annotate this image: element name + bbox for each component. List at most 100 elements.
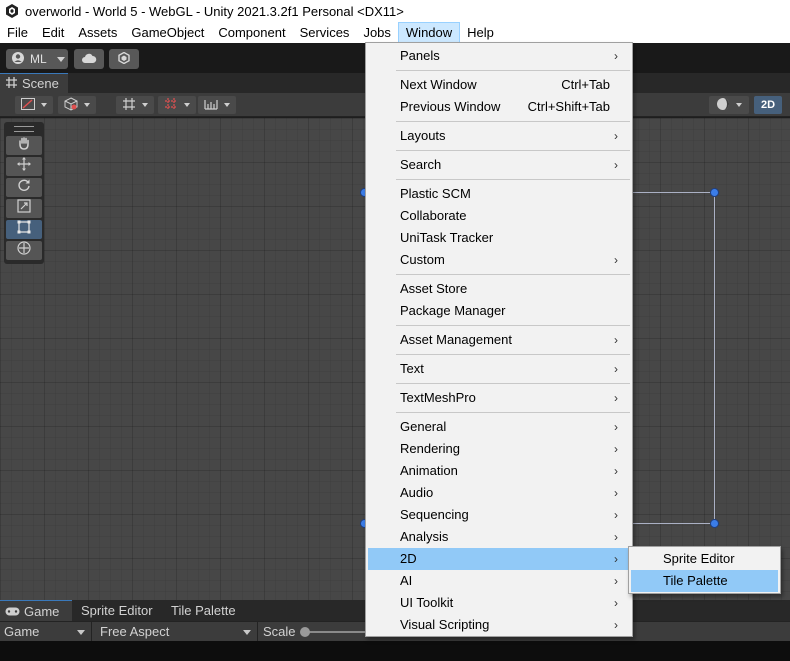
menu-item-label: Visual Scripting	[400, 617, 490, 632]
menu-separator	[396, 412, 630, 413]
chevron-down-icon	[224, 103, 230, 107]
2d-mode-toggle[interactable]: 2D	[754, 96, 782, 114]
menu-edit[interactable]: Edit	[35, 22, 71, 43]
chevron-right-icon: ›	[614, 420, 618, 434]
window-title: overworld - World 5 - WebGL - Unity 2021…	[25, 3, 404, 19]
menu-item-label: Analysis	[400, 529, 449, 544]
chevron-right-icon: ›	[614, 129, 618, 143]
menu-item-ai[interactable]: AI ›	[368, 570, 630, 592]
menu-item-search[interactable]: Search ›	[368, 154, 630, 176]
menu-file[interactable]: File	[0, 22, 35, 43]
account-dropdown[interactable]: ML	[6, 49, 68, 69]
move-tool-button[interactable]	[6, 157, 42, 176]
menu-item-asset-store[interactable]: Asset Store	[368, 278, 630, 300]
menu-item-collaborate[interactable]: Collaborate	[368, 205, 630, 227]
menu-item-label: TextMeshPro	[400, 390, 476, 405]
menu-item-visual-scripting[interactable]: Visual Scripting ›	[368, 614, 630, 636]
chevron-right-icon: ›	[614, 442, 618, 456]
menu-item-previous-window[interactable]: Previous Window Ctrl+Shift+Tab	[368, 96, 630, 118]
2d-submenu: Sprite Editor Tile Palette	[628, 546, 781, 594]
title-bar: overworld - World 5 - WebGL - Unity 2021…	[0, 0, 790, 22]
menu-item-label: Rendering	[400, 441, 460, 456]
menu-item-label: Custom	[400, 252, 445, 267]
menu-item-label: Panels	[400, 48, 440, 63]
chevron-right-icon: ›	[614, 333, 618, 347]
unity-logo-icon	[5, 4, 19, 18]
menu-item-animation[interactable]: Animation ›	[368, 460, 630, 482]
aspect-select[interactable]: Free Aspect	[96, 622, 258, 642]
menu-item-sequencing[interactable]: Sequencing ›	[368, 504, 630, 526]
menu-item-label: Plastic SCM	[400, 186, 471, 201]
menu-item-plastic-scm[interactable]: Plastic SCM	[368, 183, 630, 205]
grid-snap-dropdown[interactable]	[116, 96, 154, 114]
menu-item-rendering[interactable]: Rendering ›	[368, 438, 630, 460]
rect-handle-top-right[interactable]	[710, 188, 719, 197]
gamepad-icon	[5, 601, 20, 622]
tab-tile-palette[interactable]: Tile Palette	[171, 600, 236, 621]
rect-handle-bottom-right[interactable]	[710, 519, 719, 528]
display-select[interactable]: Game	[0, 622, 92, 642]
rotate-tool-button[interactable]	[6, 178, 42, 197]
menu-item-label: Collaborate	[400, 208, 467, 223]
menu-shortcut: Ctrl+Tab	[561, 77, 610, 92]
shading-mode-dropdown[interactable]	[15, 96, 53, 114]
menu-item-panels[interactable]: Panels ›	[368, 45, 630, 67]
cloud-button[interactable]	[74, 49, 104, 69]
rect-tool-button[interactable]	[6, 220, 42, 239]
submenu-item-tile-palette[interactable]: Tile Palette	[631, 570, 778, 592]
menu-window[interactable]: Window	[397, 22, 461, 43]
scene-tab-label: Scene	[22, 76, 59, 91]
chevron-down-icon	[243, 630, 251, 635]
grid-visibility-dropdown[interactable]	[198, 96, 236, 114]
menu-help[interactable]: Help	[460, 22, 501, 43]
cloud-icon	[81, 52, 97, 66]
hand-tool-button[interactable]	[6, 136, 42, 155]
menu-item-unitask-tracker[interactable]: UniTask Tracker	[368, 227, 630, 249]
menu-item-analysis[interactable]: Analysis ›	[368, 526, 630, 548]
menu-item-asset-management[interactable]: Asset Management ›	[368, 329, 630, 351]
tab-scene[interactable]: Scene	[0, 73, 68, 93]
scale-slider-track[interactable]	[301, 631, 367, 633]
menu-services[interactable]: Services	[293, 22, 357, 43]
scale-tool-button[interactable]	[6, 199, 42, 218]
drag-handle[interactable]	[14, 126, 34, 132]
menu-item-layouts[interactable]: Layouts ›	[368, 125, 630, 147]
menu-item-text[interactable]: Text ›	[368, 358, 630, 380]
chevron-right-icon: ›	[614, 530, 618, 544]
menu-item-2d[interactable]: 2D ›	[368, 548, 630, 570]
menu-component[interactable]: Component	[211, 22, 292, 43]
scale-slider-thumb[interactable]	[300, 627, 310, 637]
chevron-down-icon	[41, 103, 47, 107]
tab-game[interactable]: Game	[0, 600, 72, 621]
snap-increment-icon	[164, 97, 178, 114]
render-mode-dropdown[interactable]	[58, 96, 96, 114]
increment-snap-dropdown[interactable]	[158, 96, 196, 114]
submenu-item-sprite-editor[interactable]: Sprite Editor	[631, 548, 778, 570]
menu-item-general[interactable]: General ›	[368, 416, 630, 438]
lighting-toggle[interactable]	[709, 96, 749, 114]
menu-item-ui-toolkit[interactable]: UI Toolkit ›	[368, 592, 630, 614]
menu-separator	[396, 70, 630, 71]
menu-item-audio[interactable]: Audio ›	[368, 482, 630, 504]
menu-item-custom[interactable]: Custom ›	[368, 249, 630, 271]
sphere-icon	[716, 97, 730, 114]
transform-tool-button[interactable]	[6, 241, 42, 260]
tab-sprite-editor[interactable]: Sprite Editor	[81, 600, 153, 621]
menu-separator	[396, 274, 630, 275]
chevron-right-icon: ›	[614, 596, 618, 610]
menu-jobs[interactable]: Jobs	[356, 22, 397, 43]
menu-item-package-manager[interactable]: Package Manager	[368, 300, 630, 322]
chevron-right-icon: ›	[614, 574, 618, 588]
menu-item-textmeshpro[interactable]: TextMeshPro ›	[368, 387, 630, 409]
menu-item-label: Asset Management	[400, 332, 513, 347]
menu-item-next-window[interactable]: Next Window Ctrl+Tab	[368, 74, 630, 96]
collab-button[interactable]	[109, 49, 139, 69]
menu-separator	[396, 150, 630, 151]
menu-assets[interactable]: Assets	[71, 22, 124, 43]
menu-item-label: Sequencing	[400, 507, 469, 522]
move-icon	[17, 157, 31, 176]
menu-item-label: Search	[400, 157, 442, 172]
menu-gameobject[interactable]: GameObject	[124, 22, 211, 43]
account-label: ML	[30, 52, 47, 66]
aspect-select-value: Free Aspect	[100, 624, 170, 639]
